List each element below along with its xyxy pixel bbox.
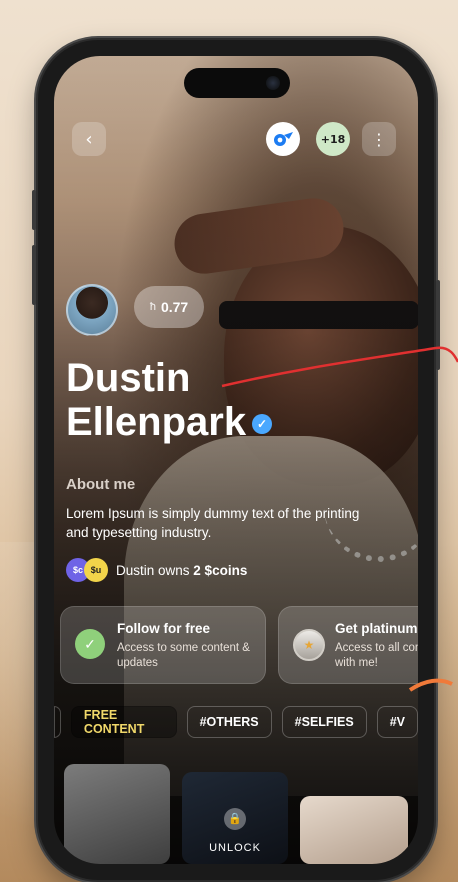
content-tabs: FREE CONTENT #OTHERS #SELFIES #V bbox=[54, 706, 418, 738]
verified-badge-icon: ✓ bbox=[252, 414, 273, 435]
coin-balance-pill[interactable]: ħ 0.77 bbox=[134, 286, 204, 328]
follow-free-card[interactable]: ✓ Follow for free Access to some content… bbox=[60, 606, 266, 684]
first-name: Dustin bbox=[66, 356, 191, 400]
tab-selfies[interactable]: #SELFIES bbox=[281, 706, 367, 738]
brand-button[interactable] bbox=[266, 122, 300, 156]
chevron-left-icon: ‹ bbox=[85, 128, 93, 150]
about-heading: About me bbox=[66, 476, 136, 493]
card-title: Follow for free bbox=[117, 621, 211, 636]
brand-logo-icon bbox=[274, 132, 293, 146]
coin-value: 0.77 bbox=[160, 299, 189, 315]
coins-owned-row: $c $u Dustin owns 2 $coins bbox=[66, 558, 247, 582]
owns-value: 2 $coins bbox=[193, 562, 248, 578]
phone-side-button bbox=[32, 190, 36, 230]
plus-count-badge[interactable]: +18 bbox=[316, 122, 350, 156]
tab-free-content[interactable]: FREE CONTENT bbox=[70, 706, 177, 738]
avatar[interactable] bbox=[66, 284, 118, 336]
coin-symbol: ħ bbox=[149, 301, 156, 313]
owns-prefix: Dustin owns bbox=[116, 562, 194, 578]
get-platinum-card[interactable]: ★ Get platinum Access to all content and… bbox=[278, 606, 418, 684]
profile-name: Dustin Ellenpark ✓ bbox=[66, 356, 273, 444]
about-text: Lorem Ipsum is simply dummy text of the … bbox=[66, 506, 360, 540]
back-button[interactable]: ‹ bbox=[72, 122, 106, 156]
unlock-label: UNLOCK bbox=[209, 842, 261, 854]
medal-icon: ★ bbox=[293, 629, 325, 661]
tab-more[interactable]: #V bbox=[376, 706, 418, 738]
more-options-button[interactable]: ⋮ bbox=[362, 122, 396, 156]
gallery-thumbnail-locked[interactable]: 🔒 UNLOCK bbox=[182, 772, 288, 864]
last-name-row: Ellenpark ✓ bbox=[66, 400, 273, 444]
gallery-thumbnail[interactable] bbox=[64, 764, 170, 864]
card-subtitle: Access to some content & updates bbox=[117, 642, 250, 669]
last-name: Ellenpark bbox=[66, 400, 247, 444]
dynamic-island bbox=[184, 68, 290, 98]
check-icon: ✓ bbox=[75, 629, 105, 659]
phone-side-button bbox=[32, 245, 36, 305]
lock-icon: 🔒 bbox=[224, 808, 246, 830]
phone-side-button bbox=[436, 280, 440, 370]
more-vertical-icon: ⋮ bbox=[371, 129, 387, 149]
owns-text: Dustin owns 2 $coins bbox=[116, 563, 247, 578]
tab-others[interactable]: #OTHERS bbox=[186, 706, 272, 738]
gallery-thumbnail[interactable] bbox=[300, 796, 408, 864]
phone-frame: ‹ +18 ⋮ ħ 0.77 Dustin Ellenpark ✓ About m… bbox=[32, 40, 440, 880]
card-title: Get platinum bbox=[335, 621, 418, 636]
app-screen: ‹ +18 ⋮ ħ 0.77 Dustin Ellenpark ✓ About m… bbox=[54, 56, 418, 864]
camera-icon bbox=[266, 76, 280, 90]
coin-icon-2: $u bbox=[84, 558, 108, 582]
card-subtitle: Access to all content and DM with me! bbox=[335, 642, 418, 669]
tab-previous-edge[interactable] bbox=[54, 706, 61, 738]
photo-overlay bbox=[54, 56, 418, 864]
